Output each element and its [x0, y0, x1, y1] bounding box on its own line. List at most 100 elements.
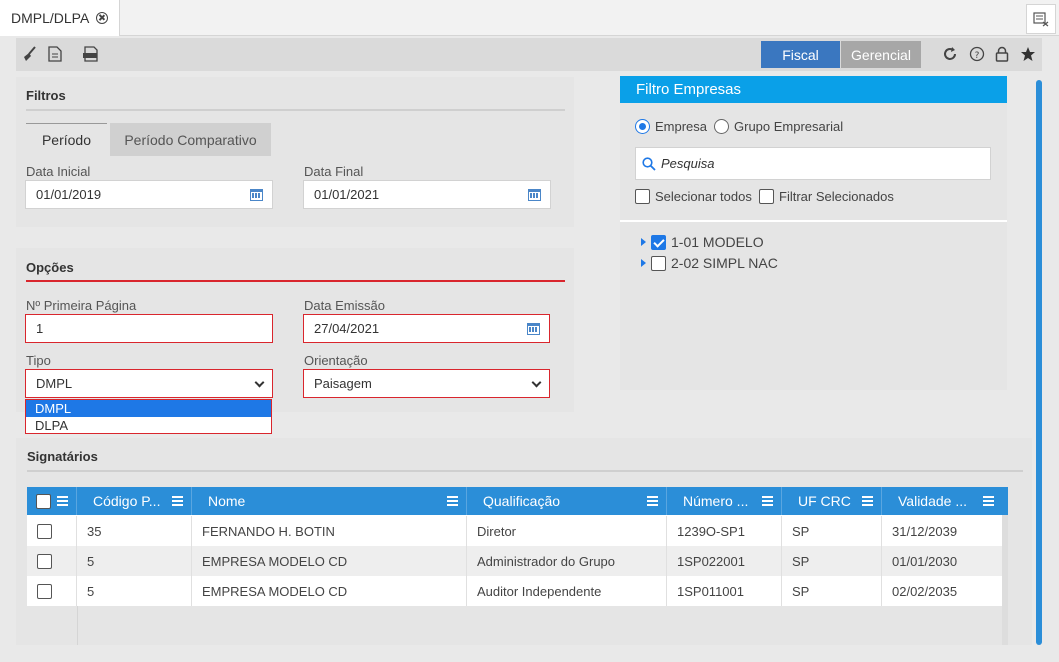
- cell-nome: FERNANDO H. BOTIN: [192, 516, 467, 546]
- table-row[interactable]: 35 FERNANDO H. BOTIN Diretor 1239O-SP1 S…: [27, 516, 1002, 546]
- tab-periodo[interactable]: Período: [26, 123, 107, 156]
- tree-item-label: 2-02 SIMPL NAC: [671, 255, 778, 271]
- data-final-value: 01/01/2021: [314, 187, 380, 202]
- dropdown-option[interactable]: DLPA: [26, 417, 271, 434]
- primeira-pagina-label: Nº Primeira Página: [26, 298, 137, 313]
- checkbox[interactable]: [37, 583, 52, 599]
- data-inicial-field[interactable]: 01/01/2019: [25, 180, 273, 209]
- cell-uf-crc: SP: [782, 516, 882, 546]
- column-header-label: Qualificação: [483, 493, 561, 509]
- primeira-pagina-field[interactable]: 1: [25, 314, 273, 343]
- signatarios-title: Signatários: [27, 449, 98, 464]
- calendar-icon[interactable]: [528, 189, 541, 201]
- grid-scrollbar[interactable]: [1002, 515, 1008, 645]
- page-scrollbar[interactable]: [1036, 80, 1042, 645]
- expand-icon[interactable]: [641, 259, 646, 267]
- tipo-value: DMPL: [36, 376, 73, 391]
- radio-empresa-label: Empresa: [655, 119, 708, 134]
- chevron-down-icon: [254, 377, 265, 388]
- dropdown-option[interactable]: DMPL: [26, 400, 271, 417]
- refresh-icon[interactable]: [941, 45, 959, 63]
- column-header[interactable]: Número ...: [667, 487, 782, 515]
- radio-empresa[interactable]: Empresa: [635, 119, 707, 134]
- cell-numero: 1SP011001: [667, 576, 782, 606]
- cell-uf-crc: SP: [782, 546, 882, 576]
- document-icon[interactable]: [46, 45, 64, 63]
- primeira-pagina-value: 1: [36, 321, 44, 336]
- tab-dmpl-dlpa[interactable]: DMPL/DLPA: [0, 0, 120, 36]
- table-row[interactable]: 5 EMPRESA MODELO CD Administrador do Gru…: [27, 546, 1002, 576]
- filtros-title: Filtros: [26, 88, 66, 103]
- fiscal-button[interactable]: Fiscal: [761, 41, 840, 68]
- opcoes-title: Opções: [26, 260, 74, 275]
- tab-label: DMPL/DLPA: [11, 10, 90, 26]
- cell-uf-crc: SP: [782, 576, 882, 606]
- orientacao-label: Orientação: [304, 353, 368, 368]
- cell-qualificacao: Diretor: [467, 516, 667, 546]
- divider: [27, 470, 1023, 472]
- column-header[interactable]: Qualificação: [467, 487, 667, 515]
- data-emissao-field[interactable]: 27/04/2021: [303, 314, 550, 343]
- tree-item-label: 1-01 MODELO: [671, 234, 764, 250]
- radio-button[interactable]: [635, 119, 650, 134]
- checkbox[interactable]: [36, 494, 51, 509]
- cell-numero: 1SP022001: [667, 546, 782, 576]
- pdf-icon[interactable]: [82, 45, 100, 63]
- select-all-header[interactable]: [27, 487, 77, 515]
- orientacao-select[interactable]: Paisagem: [303, 369, 550, 398]
- lock-icon[interactable]: [993, 45, 1011, 63]
- checkbox[interactable]: [37, 523, 52, 539]
- data-emissao-value: 27/04/2021: [314, 321, 380, 336]
- table-row[interactable]: 5 EMPRESA MODELO CD Auditor Independente…: [27, 576, 1002, 606]
- filtrar-selecionados[interactable]: Filtrar Selecionados: [759, 189, 894, 204]
- chevron-down-icon: [531, 377, 542, 388]
- menu-icon[interactable]: [862, 496, 873, 506]
- column-header-label: UF CRC: [798, 493, 851, 509]
- divider: [26, 109, 565, 111]
- calendar-icon[interactable]: [250, 189, 263, 201]
- cell-validade: 01/01/2030: [892, 553, 958, 569]
- column-header-label: Validade ...: [898, 493, 968, 509]
- cell-codigo: 35: [77, 516, 192, 546]
- filtrar-selecionados-label: Filtrar Selecionados: [779, 189, 894, 204]
- column-header[interactable]: Validade ...: [882, 487, 1008, 515]
- help-icon[interactable]: ?: [968, 45, 986, 63]
- column-header[interactable]: Código P...: [77, 487, 192, 515]
- menu-icon[interactable]: [983, 496, 994, 506]
- window-list-icon[interactable]: [1026, 4, 1056, 34]
- checkbox[interactable]: [651, 255, 666, 271]
- menu-icon[interactable]: [172, 496, 183, 506]
- data-final-field[interactable]: 01/01/2021: [303, 180, 551, 209]
- tipo-select[interactable]: DMPL: [25, 369, 273, 398]
- star-icon[interactable]: [1019, 45, 1037, 63]
- column-header-label: Número ...: [683, 493, 749, 509]
- checkbox[interactable]: [651, 234, 666, 250]
- filtro-empresas-title: Filtro Empresas: [620, 76, 1007, 103]
- divider-red: [26, 280, 565, 282]
- column-header[interactable]: Nome: [192, 487, 467, 515]
- divider: [77, 606, 78, 645]
- checkbox[interactable]: [37, 553, 52, 569]
- tree-item[interactable]: 2-02 SIMPL NAC: [641, 255, 778, 271]
- radio-button[interactable]: [714, 119, 729, 134]
- gerencial-button[interactable]: Gerencial: [841, 41, 921, 68]
- tab-periodo-comparativo[interactable]: Período Comparativo: [110, 123, 271, 156]
- calendar-icon[interactable]: [527, 323, 540, 335]
- close-icon[interactable]: [96, 12, 109, 24]
- tab-bar: [0, 0, 1059, 36]
- menu-icon[interactable]: [447, 496, 458, 506]
- column-header[interactable]: UF CRC: [782, 487, 882, 515]
- pesquisa-field[interactable]: Pesquisa: [635, 147, 991, 180]
- selecionar-todos[interactable]: Selecionar todos: [635, 189, 752, 204]
- radio-grupo-empresarial[interactable]: Grupo Empresarial: [714, 119, 843, 134]
- expand-icon[interactable]: [641, 238, 646, 246]
- checkbox[interactable]: [759, 189, 774, 204]
- menu-icon[interactable]: [762, 496, 773, 506]
- checkbox[interactable]: [635, 189, 650, 204]
- cell-validade: 31/12/2039: [892, 523, 958, 539]
- menu-icon[interactable]: [647, 496, 658, 506]
- tree-item[interactable]: 1-01 MODELO: [641, 234, 764, 250]
- broom-icon[interactable]: [20, 45, 38, 63]
- menu-icon[interactable]: [57, 496, 68, 506]
- divider: [620, 220, 1007, 222]
